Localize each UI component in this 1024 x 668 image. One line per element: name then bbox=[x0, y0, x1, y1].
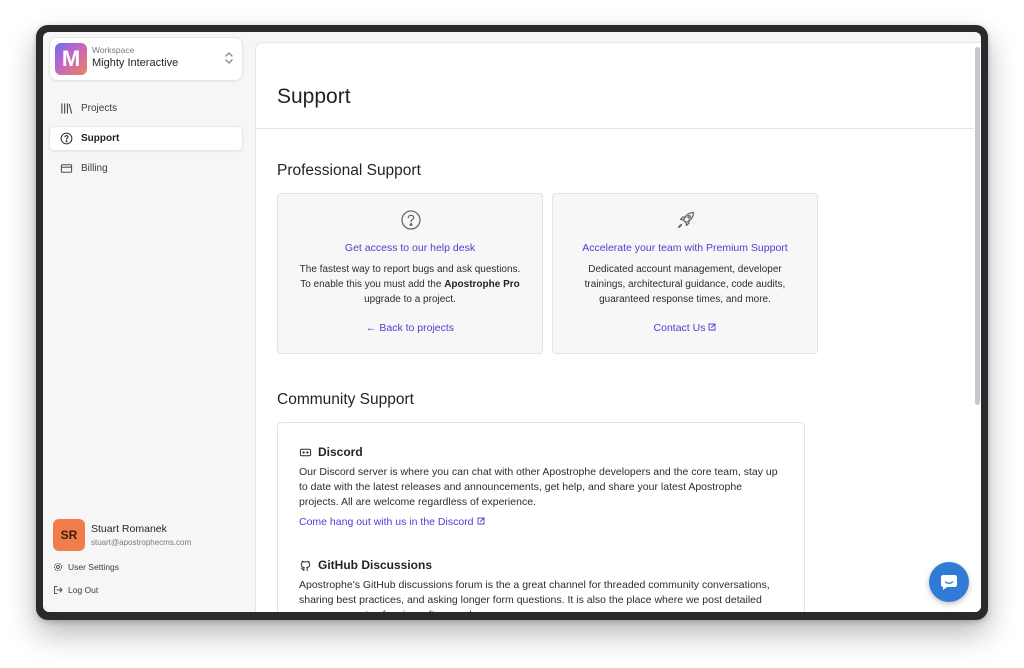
avatar[interactable]: SR bbox=[53, 519, 85, 551]
community-support-heading: Community Support bbox=[277, 391, 414, 408]
github-icon bbox=[300, 560, 311, 571]
page-title: Support bbox=[277, 85, 351, 108]
premium-support-card: Accelerate your team with Premium Suppor… bbox=[552, 193, 818, 354]
community-support-card: Discord Our Discord server is where you … bbox=[277, 422, 805, 612]
library-icon bbox=[61, 103, 73, 114]
user-email: stuart@apostrophecms.com bbox=[91, 538, 192, 547]
rocket-icon bbox=[677, 211, 695, 229]
workspace-switcher[interactable]: M Workspace Mighty Interactive bbox=[49, 37, 243, 81]
github-title: GitHub Discussions bbox=[318, 558, 433, 572]
sidebar-item-label: Billing bbox=[81, 163, 108, 174]
github-description: Apostrophe's GitHub discussions forum is… bbox=[299, 579, 770, 612]
main-content: Support Professional Support Get access … bbox=[255, 42, 981, 612]
scrollbar[interactable] bbox=[973, 43, 981, 612]
contact-us-link[interactable]: Contact Us bbox=[553, 322, 817, 334]
discord-link[interactable]: Come hang out with us in the Discord bbox=[299, 516, 779, 528]
help-desk-card: Get access to our help desk The fastest … bbox=[277, 193, 543, 354]
workspace-logo: M bbox=[55, 43, 87, 75]
gear-icon bbox=[53, 562, 63, 572]
discord-section: Discord Our Discord server is where you … bbox=[299, 445, 779, 528]
professional-support-heading: Professional Support bbox=[277, 162, 421, 179]
sidebar-item-billing[interactable]: Billing bbox=[49, 156, 243, 181]
user-settings-label: User Settings bbox=[68, 562, 120, 572]
workspace-label: Workspace bbox=[92, 45, 135, 55]
external-link-icon bbox=[709, 323, 716, 331]
discord-link-label: Come hang out with us in the Discord bbox=[299, 516, 474, 528]
user-name: Stuart Romanek bbox=[91, 523, 167, 535]
apostrophe-pro-label: Apostrophe Pro bbox=[444, 279, 520, 290]
chat-button[interactable] bbox=[929, 562, 969, 602]
discord-heading: Discord bbox=[299, 445, 779, 459]
contact-us-label: Contact Us bbox=[653, 322, 706, 334]
sidebar-item-support[interactable]: Support bbox=[49, 126, 243, 151]
logout-link[interactable]: Log Out bbox=[53, 585, 98, 595]
github-heading: GitHub Discussions bbox=[299, 558, 779, 572]
app-window: M Workspace Mighty Interactive Projects bbox=[43, 32, 981, 612]
sidebar-nav: Projects Support Billing bbox=[49, 96, 243, 186]
back-to-projects-link[interactable]: ← Back to projects bbox=[278, 322, 542, 334]
help-desk-description-text-end: upgrade to a project. bbox=[364, 294, 456, 305]
sidebar-item-label: Projects bbox=[81, 103, 118, 114]
discord-title: Discord bbox=[318, 445, 363, 459]
chat-bubble-icon bbox=[941, 575, 957, 590]
divider bbox=[256, 128, 974, 129]
chevron-updown-icon bbox=[225, 52, 233, 64]
sidebar-item-projects[interactable]: Projects bbox=[49, 96, 243, 121]
credit-card-icon bbox=[60, 164, 73, 173]
workspace-name: Mighty Interactive bbox=[92, 57, 179, 69]
premium-support-title: Accelerate your team with Premium Suppor… bbox=[582, 242, 788, 254]
external-link-icon bbox=[477, 517, 484, 525]
help-circle-icon bbox=[60, 132, 73, 145]
logout-icon bbox=[54, 586, 63, 594]
help-circle-icon bbox=[401, 210, 421, 230]
logout-label: Log Out bbox=[68, 585, 99, 595]
github-discussions-section: GitHub Discussions Apostrophe's GitHub d… bbox=[299, 558, 779, 612]
premium-support-description: Dedicated account management, developer … bbox=[584, 264, 786, 305]
discord-description: Our Discord server is where you can chat… bbox=[299, 466, 778, 508]
sidebar: M Workspace Mighty Interactive Projects bbox=[43, 32, 255, 612]
scrollbar-thumb[interactable] bbox=[975, 47, 980, 405]
device-frame: M Workspace Mighty Interactive Projects bbox=[36, 25, 988, 620]
help-desk-title: Get access to our help desk bbox=[344, 242, 476, 254]
help-desk-description: The fastest way to report bugs and ask q… bbox=[296, 262, 524, 307]
discord-icon bbox=[299, 448, 312, 456]
sidebar-item-label: Support bbox=[81, 133, 120, 144]
user-settings-link[interactable]: User Settings bbox=[53, 562, 119, 572]
